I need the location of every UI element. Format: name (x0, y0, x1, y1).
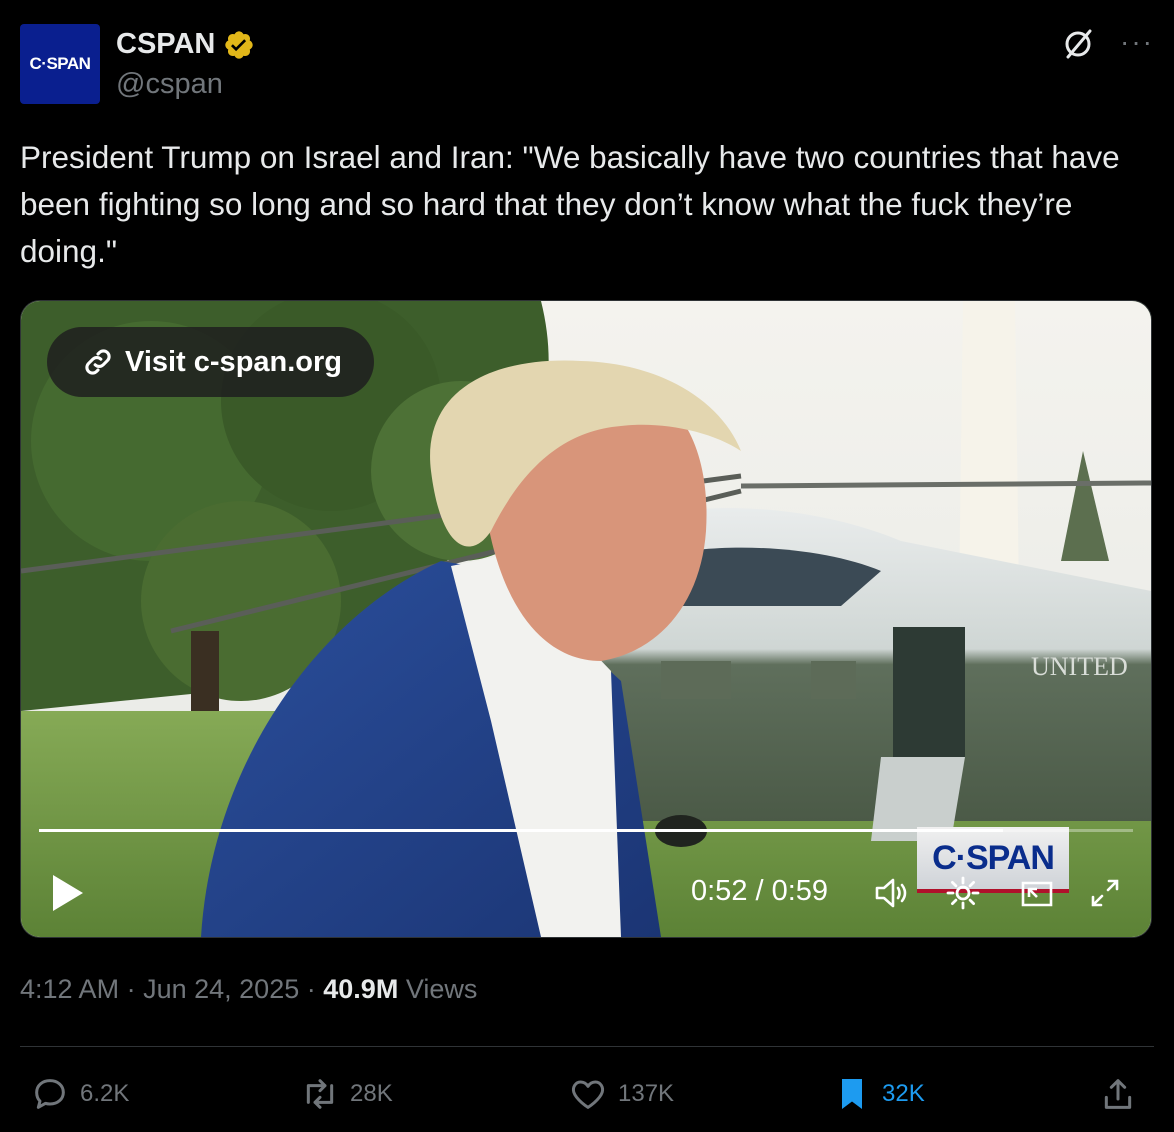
play-icon[interactable] (51, 873, 85, 913)
author-name[interactable]: CSPAN (116, 28, 215, 61)
author-handle[interactable]: @cspan (116, 68, 223, 101)
tweet-text: President Trump on Israel and Iran: "We … (20, 139, 1120, 269)
tweet-header: C·SPAN CSPAN @cspan ··· (20, 22, 1154, 106)
meta-separator: · (306, 974, 316, 1004)
reply-count: 6.2K (80, 1080, 130, 1107)
reply-icon (35, 1079, 65, 1109)
avatar[interactable]: C·SPAN (20, 24, 100, 104)
video-timecode: 0:52 / 0:59 (691, 875, 829, 907)
views-count: 40.9M (323, 974, 399, 1004)
bookmark-button[interactable]: 32K (832, 1074, 925, 1114)
repost-icon (306, 1079, 334, 1109)
bookmark-count: 32K (882, 1080, 925, 1107)
like-button[interactable]: 137K (568, 1074, 674, 1114)
tweet-meta: 4:12 AM · Jun 24, 2025 · 40.9M Views (20, 974, 477, 1005)
settings-gear-icon[interactable] (943, 873, 983, 913)
more-options-icon[interactable]: ··· (1120, 24, 1154, 60)
video-progress-fill (39, 829, 1003, 832)
share-button[interactable] (1098, 1074, 1138, 1114)
tweet-date[interactable]: Jun 24, 2025 (143, 974, 299, 1004)
reply-button[interactable]: 6.2K (30, 1074, 129, 1114)
volume-icon[interactable] (871, 873, 911, 913)
video-progress-bar[interactable] (39, 829, 1133, 832)
divider (20, 1046, 1154, 1047)
tweet-time[interactable]: 4:12 AM (20, 974, 119, 1004)
author-name-row: CSPAN (116, 28, 255, 61)
video-player[interactable]: UNITED Visit c-span.org C·SPAN 0:52 / 0:… (20, 300, 1152, 938)
visit-link-button[interactable]: Visit c-span.org (47, 327, 375, 397)
bookmark-icon (842, 1079, 862, 1109)
verified-badge-icon (225, 30, 254, 59)
grok-icon[interactable] (1060, 26, 1096, 62)
repost-button[interactable]: 28K (300, 1074, 393, 1114)
repost-count: 28K (350, 1080, 393, 1107)
link-icon (85, 349, 111, 375)
meta-separator: · (126, 974, 136, 1004)
picture-in-picture-icon[interactable] (1017, 873, 1057, 913)
share-icon (1104, 1079, 1132, 1109)
fullscreen-icon[interactable] (1085, 873, 1125, 913)
visit-link-label: Visit c-span.org (125, 345, 343, 378)
action-bar: 6.2K 28K 137K 32K (20, 1074, 1154, 1122)
aircraft-lettering: UNITED (1031, 652, 1128, 681)
heart-icon (571, 1080, 605, 1109)
views-label: Views (405, 974, 478, 1004)
like-count: 137K (618, 1080, 675, 1107)
